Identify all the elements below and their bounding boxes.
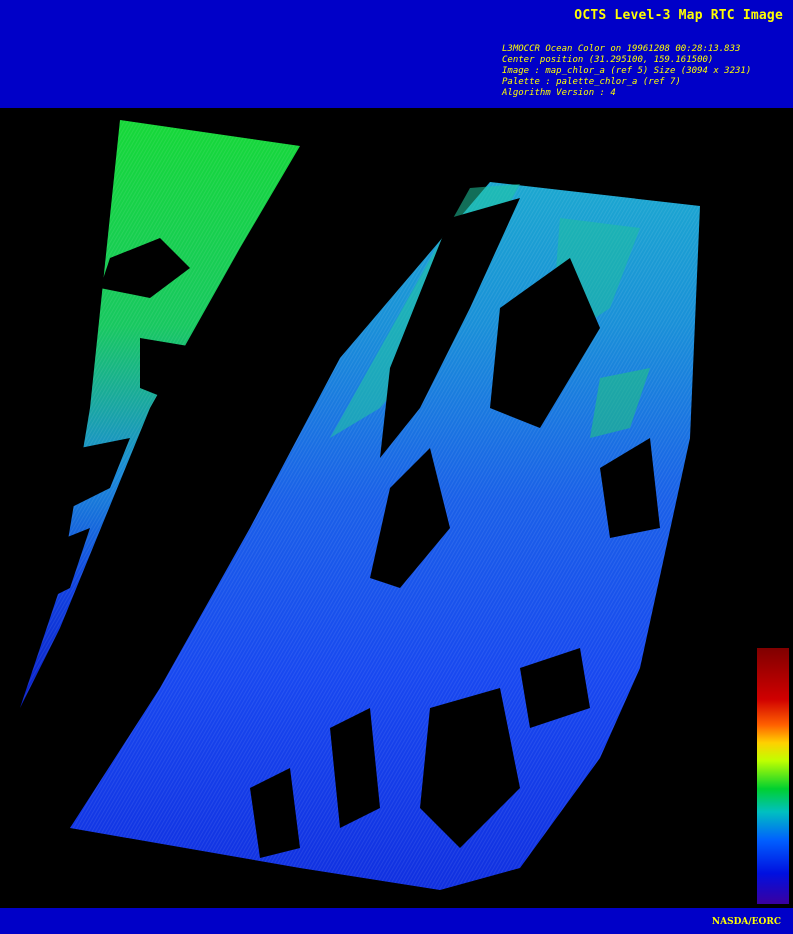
metadata-line-image: Image : map_chlor_a (ref 5) Size (3094 x… — [502, 66, 752, 76]
header-banner: OCTS Level-3 Map RTC Image L3MOCCR Ocean… — [0, 0, 793, 108]
image-metadata: L3MOCCR Ocean Color on 19961208 00:28:13… — [502, 44, 751, 99]
colorbar — [757, 648, 789, 904]
metadata-line-product: L3MOCCR Ocean Color on 19961208 00:28:13… — [502, 44, 741, 54]
image-title: OCTS Level-3 Map RTC Image — [574, 8, 783, 23]
footer-banner: NASDA/EORC — [0, 908, 793, 934]
agency-credit: NASDA/EORC — [711, 917, 781, 927]
chlorophyll-swaths — [20, 120, 700, 890]
metadata-line-algorithm: Algorithm Version : 4 — [502, 88, 616, 98]
metadata-line-palette: Palette : palette_chlor_a (ref 7) — [502, 77, 681, 87]
metadata-line-center: Center position (31.295100, 159.161500) — [502, 55, 714, 65]
satellite-map-image — [0, 108, 793, 908]
